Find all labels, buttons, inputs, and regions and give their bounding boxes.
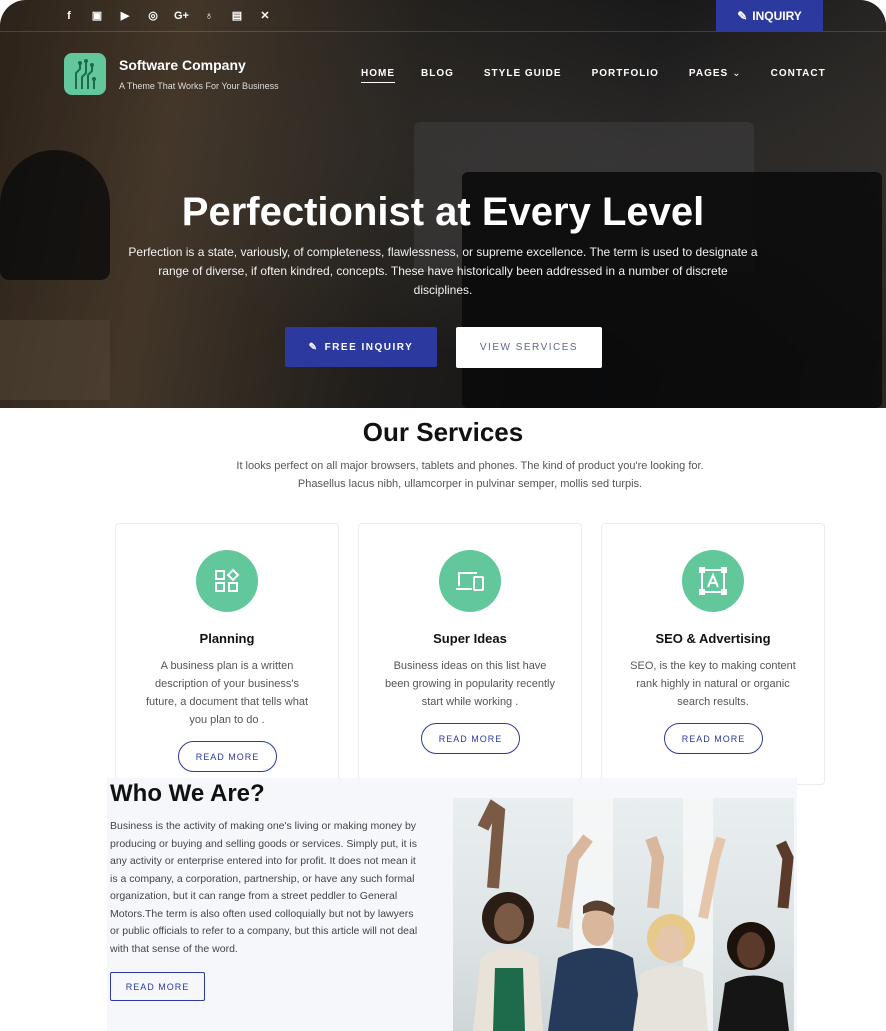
who-we-are-title: Who We Are? [110, 780, 265, 807]
nav-item-contact[interactable]: CONTACT [771, 68, 826, 83]
service-title: Planning [199, 631, 255, 646]
google-plus-icon[interactable]: G+ [174, 9, 189, 23]
service-icon-circle [439, 550, 501, 612]
youtube-icon[interactable]: ▶ [118, 9, 132, 23]
devices-icon [456, 572, 484, 591]
service-card-seo: SEO & Advertising SEO, is the key to mak… [601, 523, 825, 785]
brand-logo[interactable] [64, 53, 106, 95]
vk-icon[interactable]: ▤ [230, 9, 244, 23]
team-photo [453, 798, 794, 1031]
service-card-super-ideas: Super Ideas Business ideas on this list … [358, 523, 582, 785]
topbar: f ▣ ▶ ◎ G+ ♁ ▤ ✕ ✎ INQUIRY [0, 0, 886, 32]
hero-description: Perfection is a state, variously, of com… [128, 245, 758, 297]
hero-section: f ▣ ▶ ◎ G+ ♁ ▤ ✕ ✎ INQUIRY Software Comp… [0, 0, 886, 408]
chevron-down-icon[interactable]: ⌄ [732, 68, 740, 83]
odnoklassniki-icon[interactable]: ♁ [202, 9, 216, 23]
read-more-button[interactable]: READ MORE [178, 741, 277, 772]
service-description: SEO, is the key to making content rank h… [630, 660, 796, 708]
hero-title: Perfectionist at Every Level [181, 190, 705, 234]
view-services-button[interactable]: VIEW SERVICES [456, 327, 602, 368]
service-title: Super Ideas [433, 631, 507, 646]
nav-item-home[interactable]: HOME [361, 68, 395, 83]
facebook-icon[interactable]: f [62, 9, 76, 23]
services-description: It looks perfect on all major browsers, … [236, 460, 704, 490]
who-read-more-button[interactable]: READ MORE [110, 972, 205, 1001]
free-inquiry-button[interactable]: ✎ FREE INQUIRY [285, 327, 437, 367]
read-more-button[interactable]: READ MORE [664, 723, 763, 754]
service-title: SEO & Advertising [655, 631, 771, 646]
instagram-icon[interactable]: ◎ [146, 9, 160, 23]
font-frame-icon [699, 567, 727, 595]
nav-item-blog[interactable]: BLOG [421, 68, 454, 83]
twitter-icon[interactable]: ▣ [90, 9, 104, 23]
page: f ▣ ▶ ◎ G+ ♁ ▤ ✕ ✎ INQUIRY Software Comp… [0, 0, 886, 1031]
services-title: Our Services [362, 417, 524, 447]
social-links: f ▣ ▶ ◎ G+ ♁ ▤ ✕ [62, 9, 272, 23]
brand-tagline: A Theme That Works For Your Business [119, 81, 279, 91]
nav-item-portfolio[interactable]: PORTFOLIO [592, 68, 659, 83]
service-icon-circle [196, 550, 258, 612]
team-illustration [473, 799, 794, 1031]
service-icon-circle [682, 550, 744, 612]
service-description: Business ideas on this list have been gr… [385, 660, 555, 708]
circuit-icon [75, 59, 96, 89]
service-card-planning: Planning A business plan is a written de… [115, 523, 339, 785]
edit-icon: ✎ [308, 341, 319, 353]
main-nav: HOME BLOG STYLE GUIDE PORTFOLIO PAGES ⌄ … [361, 68, 826, 83]
read-more-button[interactable]: READ MORE [421, 723, 520, 754]
who-we-are-text: Business is the activity of making one's… [110, 820, 418, 955]
brand-name[interactable]: Software Company [119, 57, 246, 73]
grid-icon [215, 568, 240, 592]
edit-icon: ✎ [737, 9, 748, 23]
service-description: A business plan is a written description… [145, 660, 309, 726]
xing-icon[interactable]: ✕ [258, 9, 272, 23]
inquiry-button-label: INQUIRY [752, 9, 802, 23]
free-inquiry-label: FREE INQUIRY [324, 341, 414, 353]
nav-item-style-guide[interactable]: STYLE GUIDE [484, 68, 562, 83]
nav-item-pages[interactable]: PAGES [689, 68, 728, 83]
inquiry-button[interactable]: ✎ INQUIRY [716, 0, 823, 32]
